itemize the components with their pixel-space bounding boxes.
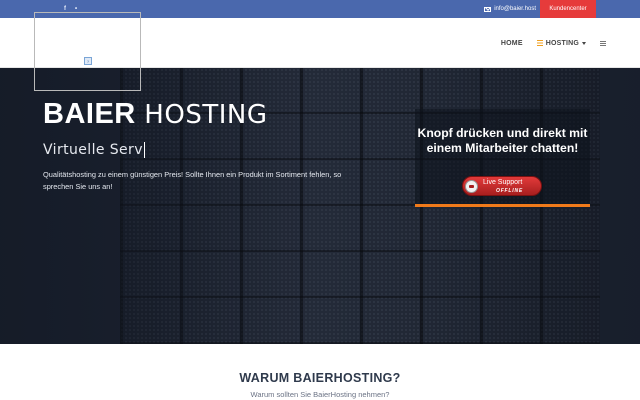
nav-item-hosting[interactable]: HOSTING xyxy=(536,39,586,47)
kundencenter-button[interactable]: Kundencenter xyxy=(540,0,596,18)
nav-item-home[interactable]: HOME xyxy=(501,40,523,47)
hero-title: BAIER HOSTING xyxy=(43,98,267,131)
hero-banner: BAIER HOSTING Virtuelle Serv Qualitätsho… xyxy=(0,68,640,344)
section-subheading: Warum sollten Sie BaierHosting nehmen? xyxy=(250,390,390,399)
email-link[interactable]: info@baier.host xyxy=(484,0,536,18)
hero-description: Qualitätshosting zu einem günstigen Prei… xyxy=(43,170,342,191)
hero-title-bold: BAIER xyxy=(43,98,136,130)
support-chat-icon xyxy=(465,180,478,193)
nav-menu: HOME HOSTING xyxy=(501,18,606,68)
email-text: info@baier.host xyxy=(494,6,536,12)
hero-title-light: HOSTING xyxy=(144,100,268,130)
envelope-icon xyxy=(484,6,492,12)
nav-hosting-label: HOSTING xyxy=(545,39,579,47)
chevron-down-icon xyxy=(582,41,586,45)
section-heading: WARUM BAIERHOSTING? xyxy=(239,371,401,385)
typed-text: Virtuelle Serv xyxy=(43,142,143,158)
why-section: WARUM BAIERHOSTING? Warum sollten Sie Ba… xyxy=(0,344,640,400)
broken-image-icon: ? xyxy=(84,57,92,65)
typing-cursor xyxy=(143,142,145,158)
live-support-box: Knopf drücken und direkt mit einem Mitar… xyxy=(415,109,590,207)
nav-home-label: HOME xyxy=(500,39,523,47)
live-support-button[interactable]: Live Support OFFLINE xyxy=(462,176,542,196)
live-support-label: Live Support xyxy=(483,179,523,186)
logo-placeholder[interactable]: ? xyxy=(34,12,141,91)
hamburger-icon[interactable] xyxy=(600,40,606,46)
hero-subtitle: Virtuelle Serv xyxy=(43,142,145,158)
support-status: OFFLINE xyxy=(496,188,523,194)
support-message: Knopf drücken und direkt mit einem Mitar… xyxy=(417,126,588,155)
server-icon xyxy=(536,40,543,46)
